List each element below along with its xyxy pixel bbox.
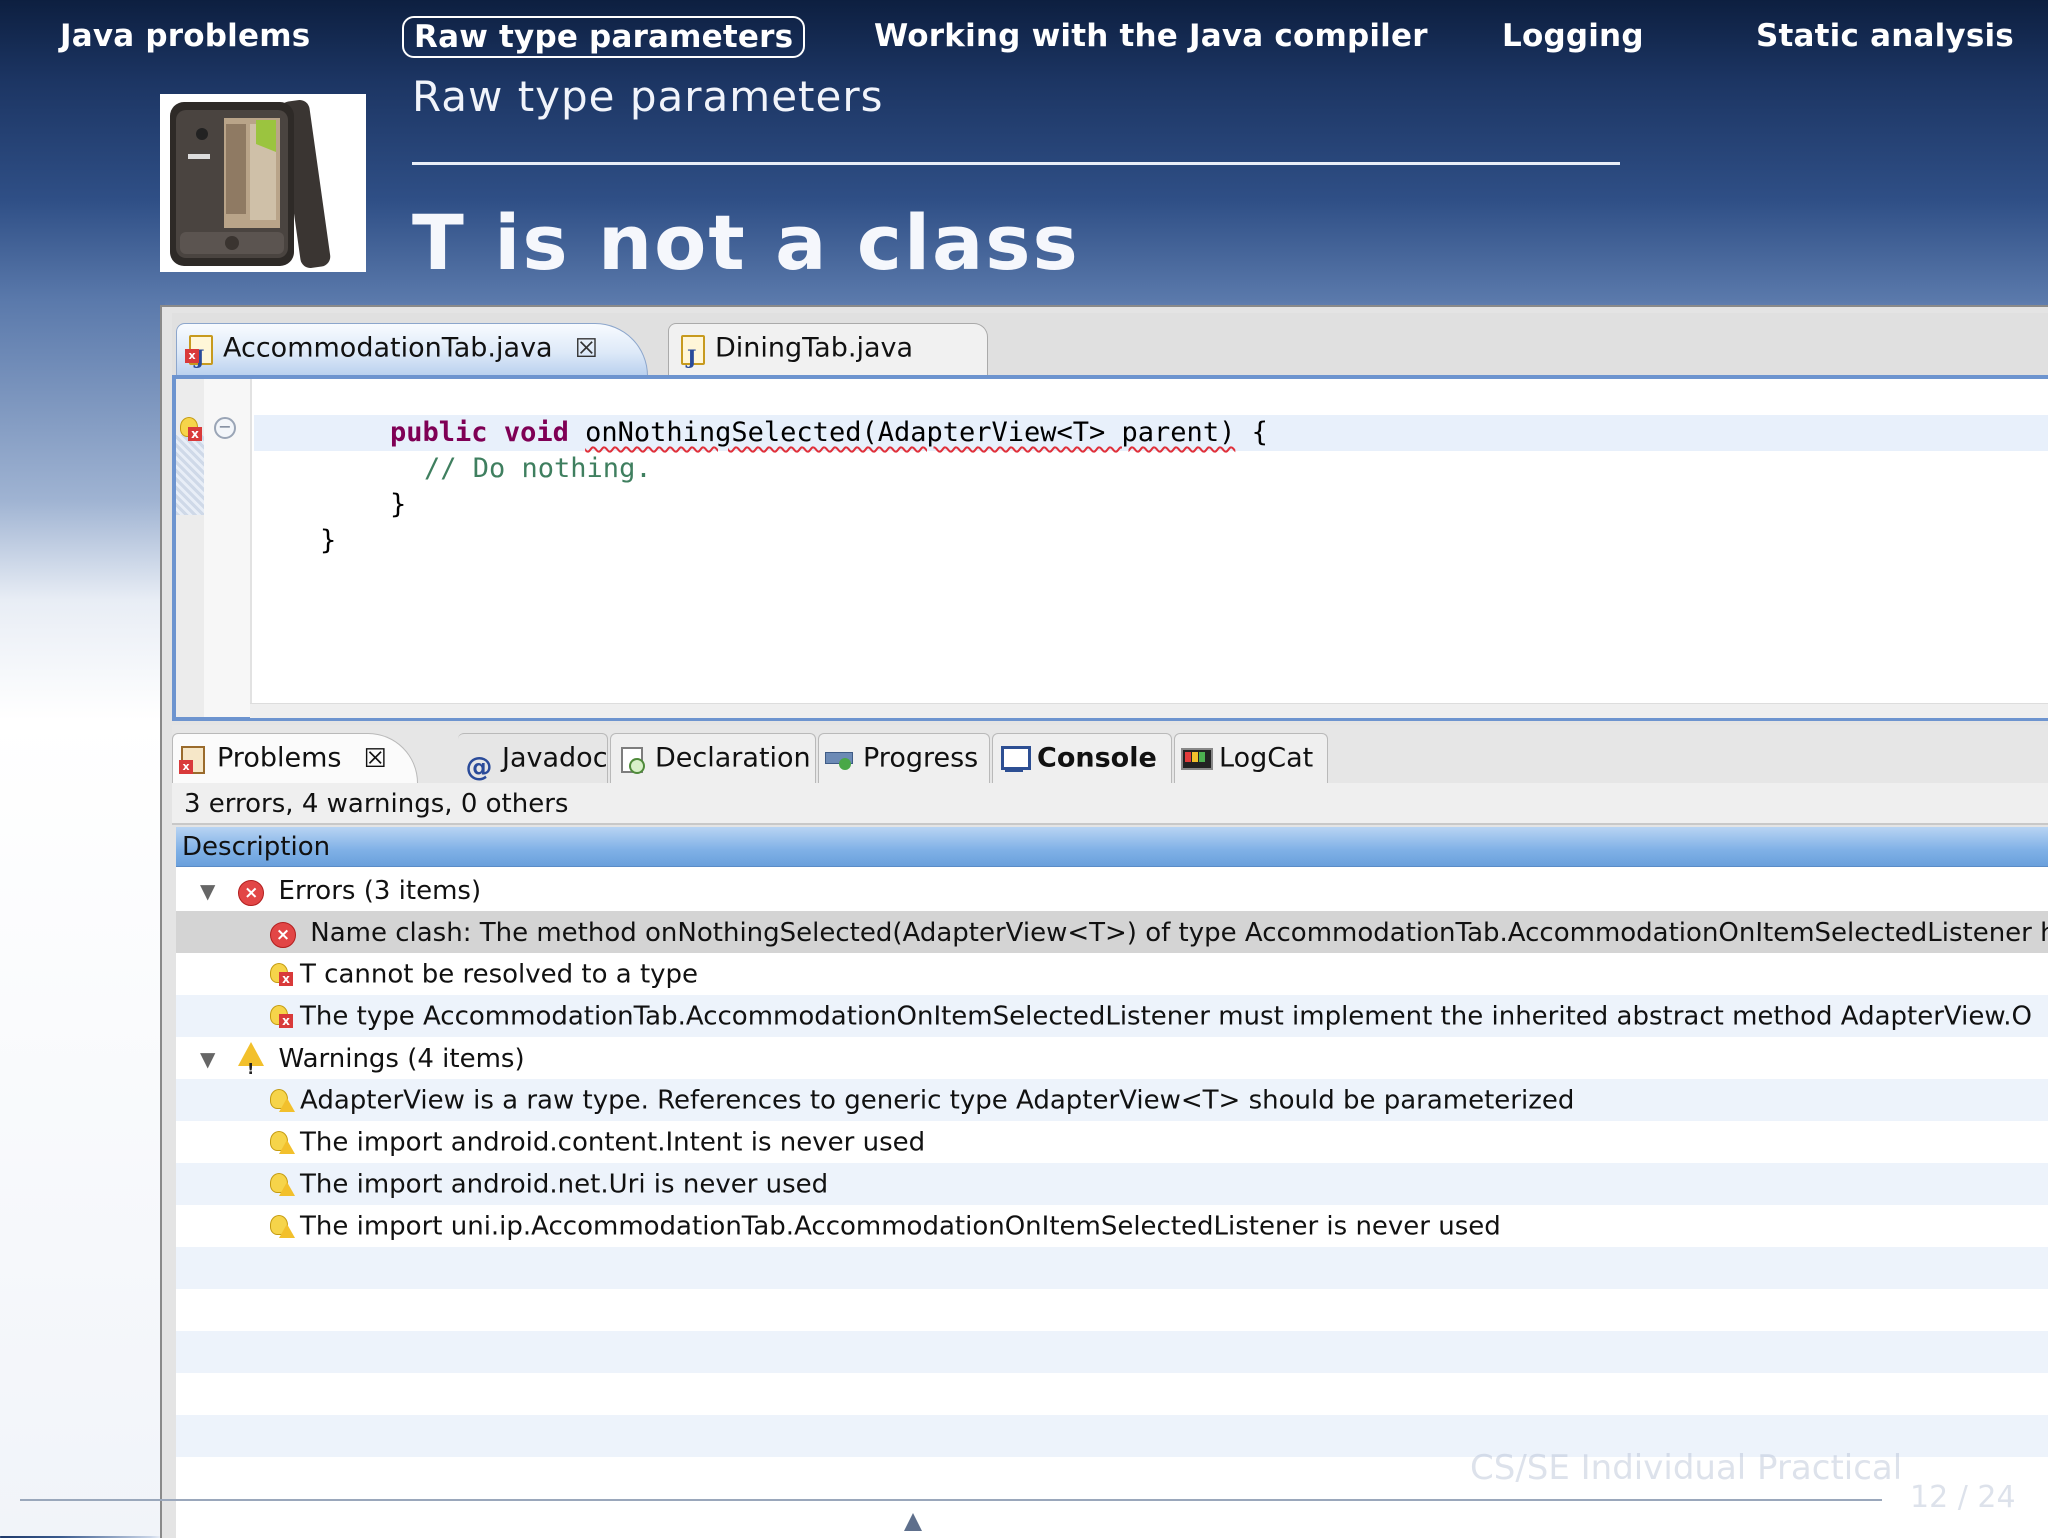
warning-lightbulb-icon [268, 1172, 295, 1198]
error-lightbulb-icon: x [268, 1004, 294, 1030]
tab-label: LogCat [1219, 742, 1314, 774]
empty-row [176, 1289, 2048, 1331]
tab-label: Declaration [655, 742, 811, 774]
problem-description: The import uni.ip.AccommodationTab.Accom… [300, 1211, 1501, 1242]
nav-java-problems[interactable]: Java problems [50, 14, 320, 58]
tree-group-warnings[interactable]: ▼ ! Warnings (4 items) [176, 1037, 2048, 1079]
warning-icon: ! [238, 1042, 265, 1078]
code-line-comment: // Do nothing. [424, 453, 652, 484]
problem-description: The import android.content.Intent is nev… [300, 1127, 926, 1158]
problem-row[interactable]: The import uni.ip.AccommodationTab.Accom… [176, 1205, 2048, 1247]
highlight-marker [176, 435, 204, 515]
eclipse-window: J x AccommodationTab.java ☒ J DiningTab.j… [160, 305, 2048, 1538]
slide-left-gradient [0, 300, 165, 1536]
android-phone-icon [170, 100, 331, 268]
tab-javadoc[interactable]: @ Javadoc [458, 733, 608, 783]
problem-row[interactable]: x The type AccommodationTab.Accommodation… [176, 995, 2048, 1037]
problem-row[interactable]: The import android.content.Intent is nev… [176, 1121, 2048, 1163]
error-icon: × [270, 922, 296, 948]
keyword-public: public [390, 417, 488, 448]
tab-label: Progress [863, 742, 979, 774]
java-file-error-icon: J x [185, 333, 213, 369]
overview-ruler: x [176, 379, 204, 717]
tab-diningtab-java[interactable]: J DiningTab.java [668, 323, 988, 376]
warning-lightbulb-icon [268, 1214, 295, 1240]
tab-label: Javadoc [502, 742, 608, 774]
close-icon[interactable]: ☒ [575, 334, 598, 364]
slide-navigation: Java problems Raw type parameters Workin… [0, 14, 2048, 64]
nav-raw-type-parameters[interactable]: Raw type parameters [402, 16, 806, 58]
error-lightbulb-icon: x [268, 962, 294, 988]
error-icon: × [238, 880, 265, 906]
tree-group-errors[interactable]: ▼ × Errors (3 items) [176, 869, 2048, 911]
collapse-icon[interactable]: − [214, 417, 236, 439]
tab-logcat[interactable]: LogCat [1174, 733, 1328, 783]
method-signature-error: onNothingSelected(AdapterView<T> parent) [585, 417, 1236, 448]
footer-course-title: CS/SE Individual Practical [1470, 1448, 1903, 1488]
problem-description: The type AccommodationTab.AccommodationO… [300, 1001, 2032, 1032]
tab-problems[interactable]: x Problems ☒ [172, 733, 418, 783]
empty-row [176, 1373, 2048, 1415]
javadoc-icon: @ [465, 751, 493, 783]
group-label: Warnings (4 items) [278, 1043, 525, 1074]
folding-ruler: − [204, 379, 252, 717]
tab-progress[interactable]: Progress [818, 733, 990, 783]
warning-lightbulb-icon [268, 1088, 295, 1114]
editor-tab-bar: J x AccommodationTab.java ☒ J DiningTab.j… [172, 313, 2048, 377]
close-icon[interactable]: ☒ [363, 744, 386, 774]
code-editor[interactable]: x − public void onNothingSelected(Adapte… [172, 375, 2048, 721]
tab-declaration[interactable]: Declaration [610, 733, 816, 783]
tab-label: AccommodationTab.java [223, 332, 553, 364]
error-marker-icon[interactable]: x [178, 415, 202, 441]
horizontal-scrollbar[interactable] [250, 703, 2048, 718]
code-line-close-class: } [320, 525, 337, 556]
tab-label: Problems [217, 742, 342, 774]
nav-logging[interactable]: Logging [1492, 14, 1654, 58]
tab-accommodationtab-java[interactable]: J x AccommodationTab.java ☒ [176, 323, 648, 376]
tab-label: Console [1037, 742, 1157, 774]
problem-row[interactable]: AdapterView is a raw type. References to… [176, 1079, 2048, 1121]
problems-table: Description ▼ × Errors (3 items) × Name … [176, 827, 2048, 1538]
java-file-icon: J [677, 333, 705, 369]
problem-description: T cannot be resolved to a type [300, 959, 699, 990]
progress-icon [825, 744, 855, 774]
nav-static-analysis[interactable]: Static analysis [1746, 14, 2024, 58]
slide-title: T is not a class [412, 198, 1080, 287]
expand-triangle-icon[interactable]: ▼ [200, 1038, 220, 1080]
problem-description: The import android.net.Uri is never used [300, 1169, 829, 1200]
console-icon [999, 744, 1031, 774]
problems-icon: x [179, 744, 209, 774]
empty-row [176, 1331, 2048, 1373]
slide-subtitle: Raw type parameters [412, 72, 884, 121]
view-tab-bar: x Problems ☒ @ Javadoc Declaration Progres… [172, 725, 2048, 785]
problem-row[interactable]: × Name clash: The method onNothingSelect… [176, 911, 2048, 953]
code-line-close-method: } [390, 489, 407, 520]
group-label: Errors (3 items) [278, 875, 482, 906]
warning-lightbulb-icon [268, 1130, 295, 1156]
tab-console[interactable]: Console [992, 733, 1172, 783]
declaration-icon [617, 744, 647, 774]
nav-working-with-java-compiler[interactable]: Working with the Java compiler [864, 14, 1438, 58]
slide-nav-up-icon[interactable] [904, 1513, 922, 1531]
problem-description: AdapterView is a raw type. References to… [300, 1085, 1575, 1116]
empty-row [176, 1247, 2048, 1289]
subtitle-divider [412, 162, 1620, 165]
problem-row[interactable]: The import android.net.Uri is never used [176, 1163, 2048, 1205]
footer-page-number: 12 / 24 [1910, 1480, 2016, 1515]
problems-view-area: x Problems ☒ @ Javadoc Declaration Progres… [172, 725, 2048, 1538]
phone-logo [160, 94, 366, 272]
editor-area: J x AccommodationTab.java ☒ J DiningTab.j… [172, 313, 2048, 721]
open-brace: { [1235, 417, 1268, 448]
keyword-void: void [503, 417, 569, 448]
expand-triangle-icon[interactable]: ▼ [200, 870, 220, 912]
problems-summary: 3 errors, 4 warnings, 0 others [172, 783, 2048, 825]
problem-description: Name clash: The method onNothingSelected… [310, 917, 2048, 948]
logcat-icon [1181, 744, 1213, 774]
tab-label: DiningTab.java [715, 332, 914, 364]
footer-progress-line [20, 1499, 1882, 1501]
column-header-description[interactable]: Description [176, 827, 2048, 867]
code-line-method: public void onNothingSelected(AdapterVie… [390, 415, 1268, 451]
problem-row[interactable]: xT cannot be resolved to a type [176, 953, 2048, 995]
